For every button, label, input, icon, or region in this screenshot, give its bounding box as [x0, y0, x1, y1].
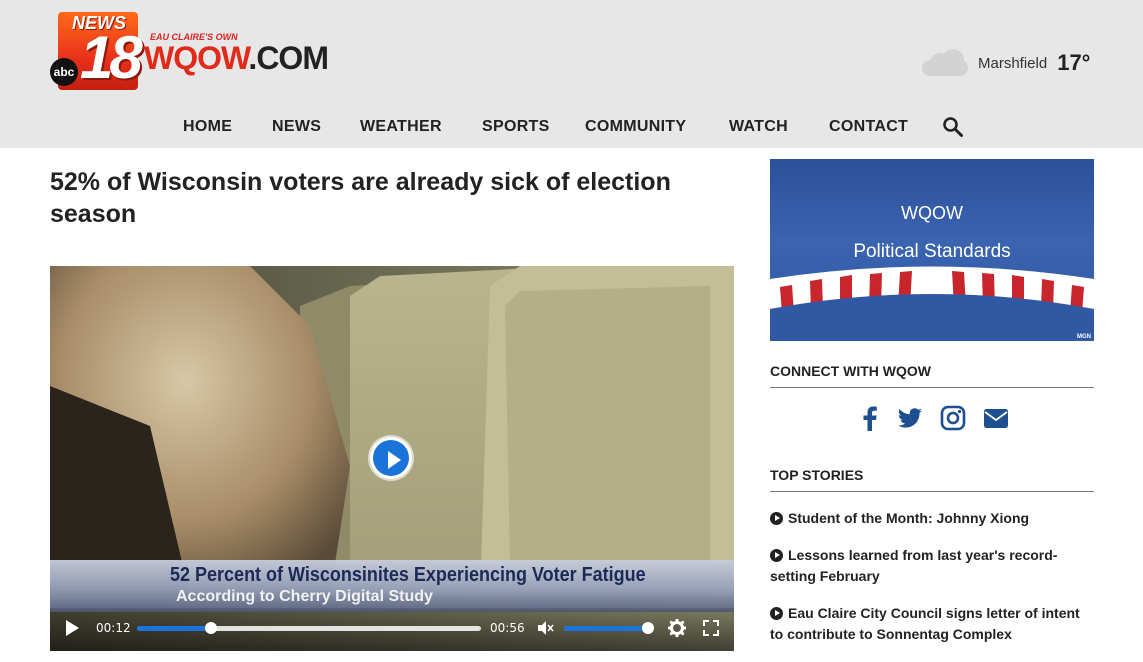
top-story-item[interactable]: Eau Claire City Council signs letter of … — [770, 603, 1096, 645]
nav-contact[interactable]: CONTACT — [829, 118, 908, 136]
instagram-icon[interactable] — [939, 404, 967, 432]
nav-community[interactable]: COMMUNITY — [585, 118, 686, 136]
ad-title: WQOW — [901, 203, 963, 223]
lower-third-subline: According to Cherry Digital Study — [176, 588, 433, 605]
current-time: 00:12 — [96, 621, 131, 635]
play-icon — [373, 440, 409, 476]
video-lower-third: 52 Percent of Wisconsinites Experiencing… — [50, 560, 734, 612]
lower-third-headline: 52 Percent of Wisconsinites Experiencing… — [170, 564, 646, 586]
volume-slider[interactable] — [564, 626, 648, 631]
logo-channel-number: 18 — [80, 24, 143, 91]
play-button[interactable] — [66, 620, 79, 636]
connect-heading: CONNECT WITH WQOW — [770, 363, 1094, 388]
logo-site-suffix: .COM — [248, 40, 329, 76]
nav-watch[interactable]: WATCH — [729, 118, 788, 136]
twitter-icon[interactable] — [896, 404, 924, 432]
video-play-icon — [770, 607, 783, 620]
site-logo[interactable]: NEWS 18 abc EAU CLAIRE'S OWN WQOW.COM — [50, 12, 340, 94]
nav-home[interactable]: HOME — [183, 118, 232, 136]
political-standards-ad[interactable]: WQOW Political Standards MGN — [770, 159, 1094, 341]
story-title: Lessons learned from last year's record-… — [770, 547, 1058, 584]
top-story-item[interactable]: Lessons learned from last year's record-… — [770, 545, 1096, 587]
fullscreen-icon[interactable] — [702, 619, 720, 637]
video-play-icon — [770, 512, 783, 525]
facebook-icon[interactable] — [856, 404, 884, 432]
video-player[interactable]: 52 Percent of Wisconsinites Experiencing… — [50, 266, 734, 651]
abc-logo-icon: abc — [50, 58, 78, 86]
nav-weather[interactable]: WEATHER — [360, 118, 442, 136]
video-play-icon — [770, 549, 783, 562]
progress-fill — [137, 626, 211, 631]
story-title: Student of the Month: Johnny Xiong — [788, 510, 1030, 526]
logo-site-name: WQOW.COM — [144, 40, 329, 77]
progress-bar[interactable] — [137, 626, 481, 631]
story-title: Eau Claire City Council signs letter of … — [770, 605, 1080, 642]
volume-icon[interactable] — [536, 619, 554, 637]
big-play-button[interactable] — [370, 437, 412, 479]
video-controls: 00:12 00:56 — [50, 608, 734, 651]
main-nav: HOME NEWS WEATHER SPORTS COMMUNITY WATCH… — [0, 112, 1143, 142]
search-icon[interactable] — [942, 116, 964, 138]
weather-city: Marshfield — [978, 54, 1048, 72]
ad-credit: MGN — [1077, 334, 1091, 340]
weather-temperature: 17° — [1057, 50, 1091, 75]
weather-widget[interactable]: Marshfield 17° — [920, 46, 1090, 80]
top-story-item[interactable]: Student of the Month: Johnny Xiong — [770, 508, 1096, 529]
settings-gear-icon[interactable] — [668, 619, 686, 637]
volume-fill — [564, 626, 648, 631]
duration: 00:56 — [490, 621, 525, 635]
article-title: 52% of Wisconsin voters are already sick… — [50, 168, 671, 228]
site-header: NEWS 18 abc EAU CLAIRE'S OWN WQOW.COM Ma… — [0, 0, 1143, 148]
progress-handle[interactable] — [204, 622, 217, 634]
logo-site-callsign: WQOW — [144, 40, 249, 76]
nav-news[interactable]: NEWS — [272, 118, 321, 136]
email-icon[interactable] — [982, 404, 1010, 432]
cloud-icon — [920, 48, 970, 78]
nav-sports[interactable]: SPORTS — [482, 118, 550, 136]
volume-handle[interactable] — [642, 622, 654, 634]
ad-subtitle: Political Standards — [853, 241, 1011, 262]
top-stories-heading: TOP STORIES — [770, 467, 1094, 492]
